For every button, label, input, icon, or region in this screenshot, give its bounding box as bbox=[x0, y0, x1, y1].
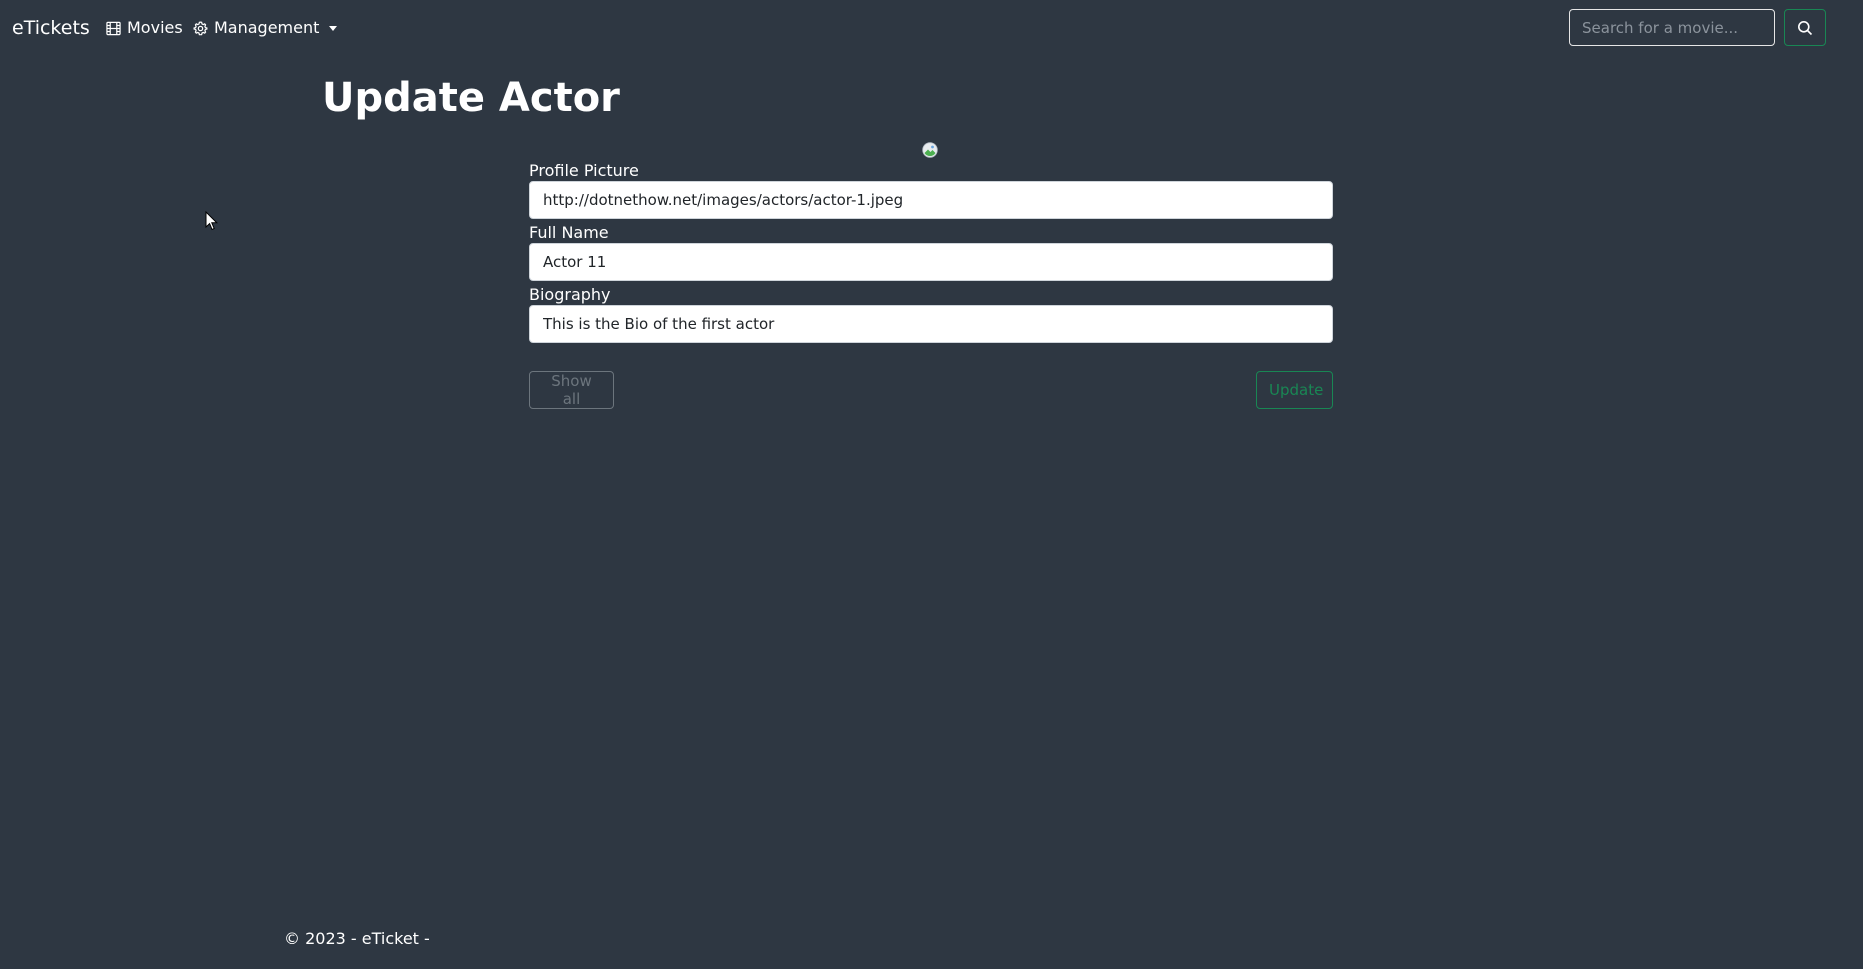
biography-label: Biography bbox=[529, 285, 611, 304]
mouse-cursor-icon bbox=[205, 211, 219, 231]
biography-input[interactable] bbox=[529, 305, 1333, 343]
film-icon bbox=[106, 21, 121, 35]
nav-management-dropdown[interactable]: Management bbox=[193, 17, 338, 39]
nav-movies-label: Movies bbox=[127, 18, 183, 37]
search-input[interactable] bbox=[1569, 9, 1775, 46]
brand-link[interactable]: eTickets bbox=[12, 15, 90, 41]
search-icon bbox=[1798, 20, 1813, 35]
top-navbar: eTickets Movies Management bbox=[0, 0, 1863, 56]
full-name-input[interactable] bbox=[529, 243, 1333, 281]
update-button[interactable]: Update bbox=[1256, 371, 1333, 409]
footer-text: © 2023 - eTicket - bbox=[284, 929, 430, 948]
broken-image-icon bbox=[922, 142, 938, 158]
page-title: Update Actor bbox=[322, 75, 620, 121]
gear-icon bbox=[193, 21, 208, 35]
nav-management-label: Management bbox=[214, 18, 320, 37]
profile-picture-input[interactable] bbox=[529, 181, 1333, 219]
show-all-button[interactable]: Show all bbox=[529, 371, 614, 409]
search-button[interactable] bbox=[1784, 9, 1826, 46]
chevron-down-icon bbox=[329, 25, 338, 31]
full-name-label: Full Name bbox=[529, 223, 609, 242]
nav-movies-link[interactable]: Movies bbox=[106, 17, 183, 39]
profile-picture-label: Profile Picture bbox=[529, 161, 639, 180]
